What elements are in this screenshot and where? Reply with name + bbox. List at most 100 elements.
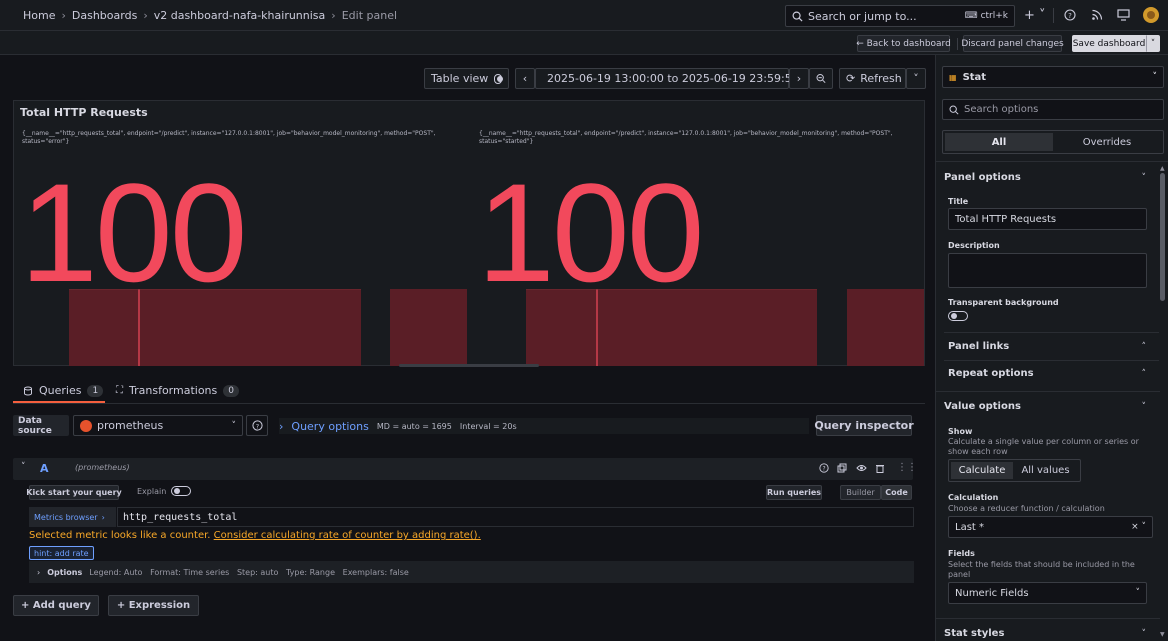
promql-query-input[interactable]: http_requests_total	[117, 507, 914, 527]
save-options-chevron-icon[interactable]: ˅	[1146, 35, 1160, 52]
zoom-out-icon	[816, 74, 826, 84]
breadcrumb-dashboard[interactable]: v2 dashboard-nafa-khairunnisa	[154, 9, 326, 22]
stat-styles-header[interactable]: Stat styles	[944, 628, 1159, 639]
plus-icon[interactable]: + ˅	[1024, 8, 1046, 23]
drag-handle-icon[interactable]: ⋮⋮	[897, 462, 917, 473]
panel-title-input[interactable]: Total HTTP Requests	[948, 208, 1147, 230]
save-dashboard-button[interactable]: Save dashboard	[1072, 35, 1146, 52]
all-values-option[interactable]: All values	[1013, 462, 1078, 479]
chevron-down-icon[interactable]: ˅	[1142, 173, 1147, 183]
metrics-browser-button[interactable]: Metrics browser ›	[29, 507, 116, 527]
table-view-toggle[interactable]: Table view	[424, 68, 509, 89]
series-label: {__name__="http_requests_total", endpoin…	[22, 130, 436, 145]
news-icon[interactable]	[1091, 9, 1103, 21]
database-icon	[24, 386, 32, 395]
title-label: Title	[948, 197, 969, 206]
run-queries-button[interactable]: Run queries	[766, 485, 822, 500]
query-inspector-button[interactable]: Query inspector	[814, 415, 914, 436]
tab-transformations-label: Transformations	[129, 384, 218, 397]
chevron-up-icon[interactable]: ˄	[1142, 342, 1147, 352]
query-interval: Interval = 20s	[459, 421, 517, 431]
help-icon[interactable]: ?	[819, 463, 829, 473]
time-range-picker[interactable]: 2025-06-19 13:00:00 to 2025-06-19 23:59:…	[535, 68, 809, 89]
duplicate-icon[interactable]	[837, 463, 847, 473]
search-icon	[949, 105, 959, 115]
time-forward-button[interactable]: ›	[789, 68, 809, 89]
top-nav: Home › Dashboards › v2 dashboard-nafa-kh…	[0, 0, 1168, 31]
explain-label: Explain	[137, 487, 167, 496]
dock-menu-icon[interactable]	[1117, 9, 1130, 21]
code-mode-button[interactable]: Code	[881, 485, 912, 500]
query-row-header[interactable]: ˅ A (prometheus) ? ⋮⋮	[13, 458, 917, 480]
chevron-right-icon: ›	[61, 9, 66, 22]
hint-add-rate-button[interactable]: hint: add rate	[29, 546, 94, 560]
sparkline-segment	[526, 289, 817, 366]
refresh-button[interactable]: ⟳ Refresh	[839, 68, 906, 89]
scroll-down-icon[interactable]: ▼	[1160, 631, 1165, 638]
discard-changes-button[interactable]: Discard panel changes	[961, 35, 1064, 52]
repeat-options-header[interactable]: Repeat options	[948, 368, 1163, 379]
svg-text:?: ?	[822, 467, 825, 473]
divider	[944, 360, 1159, 361]
chevron-right-icon: ›	[796, 72, 802, 85]
stat-viz-icon: ▦	[949, 72, 957, 82]
panel-options-label: Panel options	[944, 172, 1021, 183]
refresh-interval-dropdown[interactable]: ˅	[906, 68, 926, 89]
options-tabs: All Overrides	[942, 130, 1164, 154]
breadcrumb-dashboards[interactable]: Dashboards	[72, 9, 137, 22]
chevron-down-icon[interactable]: ˅	[1142, 629, 1147, 639]
resize-handle[interactable]	[399, 364, 539, 367]
collapse-chevron-icon[interactable]: ˅	[21, 462, 26, 472]
explain-toggle[interactable]	[171, 486, 191, 496]
tab-transformations[interactable]: ⛶ Transformations 0	[116, 384, 239, 397]
value-options-label: Value options	[944, 401, 1021, 412]
breadcrumb: Home › Dashboards › v2 dashboard-nafa-kh…	[23, 9, 397, 22]
show-label: Show	[948, 427, 973, 436]
datasource-picker[interactable]: prometheus ˅	[73, 415, 243, 436]
breadcrumb-current: Edit panel	[341, 9, 398, 22]
search-options-input[interactable]: Search options	[942, 99, 1164, 120]
query-options-toggle[interactable]: Query options	[291, 420, 368, 433]
time-back-button[interactable]: ‹	[515, 68, 535, 89]
chevron-down-icon[interactable]: ˅	[1142, 402, 1147, 412]
transparent-bg-toggle[interactable]	[948, 311, 968, 321]
add-query-button[interactable]: + Add query	[13, 595, 99, 616]
scrollbar-thumb[interactable]	[1160, 173, 1165, 301]
zoom-out-button[interactable]	[809, 68, 833, 89]
kick-start-button[interactable]: Kick start your query	[26, 485, 122, 500]
query-options-row[interactable]: › Query options MD = auto = 1695 Interva…	[279, 418, 809, 434]
query-letter[interactable]: A	[40, 462, 49, 475]
rate-suggestion-link[interactable]: Consider calculating rate of counter by …	[214, 530, 481, 541]
fields-select[interactable]: Numeric Fields ˅	[948, 582, 1147, 604]
query-options-summary[interactable]: › Options Legend: Auto Format: Time seri…	[29, 561, 914, 583]
search-input[interactable]: Search or jump to... ⌨ ctrl+k	[785, 5, 1015, 27]
query-editor: Data source prometheus ˅ ? › Query optio…	[13, 410, 925, 635]
breadcrumb-home[interactable]: Home	[23, 9, 55, 22]
builder-mode-button[interactable]: Builder	[840, 485, 881, 500]
calculation-select[interactable]: Last * × ˅	[948, 516, 1153, 538]
trash-icon[interactable]	[875, 463, 885, 473]
stat-value: 100	[20, 154, 248, 311]
calculation-value: Last *	[955, 521, 985, 533]
avatar[interactable]	[1143, 7, 1159, 23]
tab-overrides[interactable]: Overrides	[1053, 133, 1161, 151]
add-expression-button[interactable]: + Expression	[108, 595, 199, 616]
toggle-switch[interactable]	[494, 73, 504, 84]
calculate-option[interactable]: Calculate	[951, 462, 1013, 479]
panel-options-header[interactable]: Panel options	[944, 172, 1159, 183]
chevron-up-icon[interactable]: ˄	[1142, 369, 1147, 379]
help-icon[interactable]: ?	[1064, 9, 1076, 21]
tab-queries[interactable]: Queries 1	[23, 384, 104, 397]
scroll-up-icon[interactable]: ▲	[1160, 165, 1165, 172]
description-textarea[interactable]	[948, 253, 1147, 288]
back-to-dashboard-button[interactable]: ← Back to dashboard	[856, 35, 951, 52]
time-range-text: 2025-06-19 13:00:00 to 2025-06-19 23:59:…	[547, 72, 799, 85]
clear-chevron-icon[interactable]: × ˅	[1131, 522, 1146, 532]
panel-links-header[interactable]: Panel links	[948, 341, 1163, 352]
eye-icon[interactable]	[856, 463, 867, 473]
visualization-picker[interactable]: ▦ Stat ˅	[942, 66, 1164, 88]
datasource-help-button[interactable]: ?	[246, 415, 268, 436]
value-options-header[interactable]: Value options	[944, 401, 1159, 412]
tab-all[interactable]: All	[945, 133, 1053, 151]
editor-tabs: Queries 1 ⛶ Transformations 0	[13, 382, 925, 404]
